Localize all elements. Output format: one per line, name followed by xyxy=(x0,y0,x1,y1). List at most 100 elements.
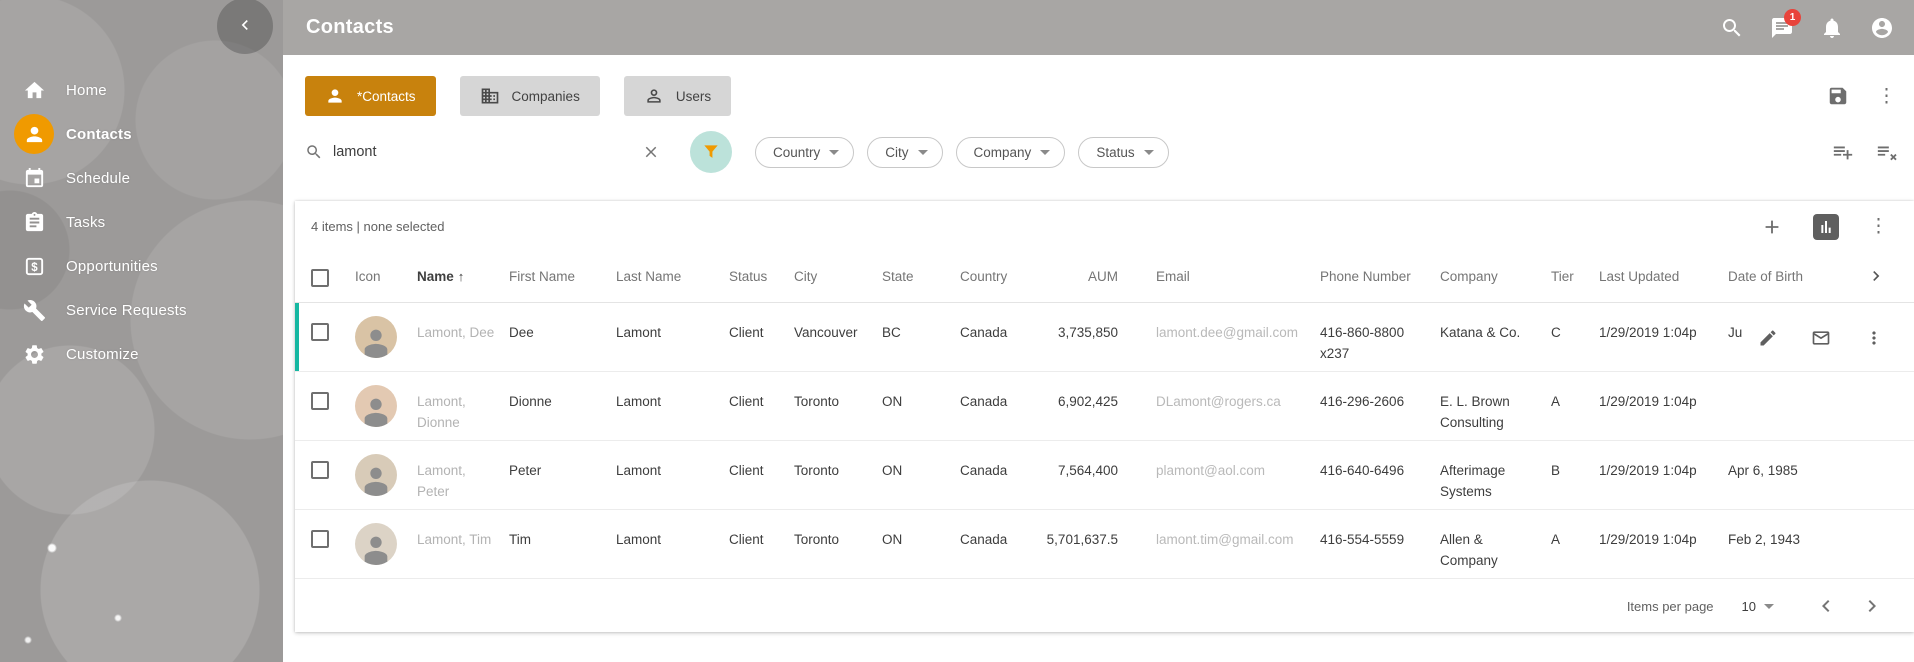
filter-chips: Country City Company Status xyxy=(755,137,1169,168)
table-row[interactable]: Lamont, Dionne Dionne Lamont Client Toro… xyxy=(295,372,1914,441)
filter-chip-status[interactable]: Status xyxy=(1078,137,1168,168)
table-row[interactable]: Lamont, Peter Peter Lamont Client Toront… xyxy=(295,441,1914,510)
page-size-value: 10 xyxy=(1742,599,1756,614)
results-more-icon[interactable]: ⋮ xyxy=(1869,217,1888,236)
cell-state: BC xyxy=(882,303,960,371)
avatar xyxy=(355,372,417,440)
more-icon[interactable] xyxy=(1864,328,1884,348)
column-header-country[interactable]: Country xyxy=(960,252,1034,302)
column-header-tier[interactable]: Tier xyxy=(1551,252,1599,302)
sidebar-item-label: Customize xyxy=(66,346,139,363)
tab-companies[interactable]: Companies xyxy=(460,76,600,116)
chevron-left-icon xyxy=(235,15,255,38)
cell-first-name: Tim xyxy=(509,510,616,578)
sidebar-item-customize[interactable]: Customize xyxy=(0,334,283,374)
cell-city: Vancouver xyxy=(794,303,882,371)
sidebar-item-label: Service Requests xyxy=(66,302,187,319)
search-icon[interactable] xyxy=(1720,16,1744,40)
view-more-icon[interactable]: ⋮ xyxy=(1877,85,1896,107)
sidebar-item-contacts[interactable]: Contacts xyxy=(0,114,283,154)
table-row[interactable]: Lamont, Tim Tim Lamont Client Toronto ON… xyxy=(295,510,1914,579)
add-contact-icon[interactable] xyxy=(1761,216,1783,238)
sidebar-item-service-requests[interactable]: Service Requests xyxy=(0,290,283,330)
filter-funnel-icon[interactable] xyxy=(690,131,732,173)
column-header-icon[interactable]: Icon xyxy=(355,252,417,302)
chevron-down-icon xyxy=(1040,150,1050,155)
sidebar-item-label: Tasks xyxy=(66,214,105,231)
search-input[interactable] xyxy=(333,144,632,160)
items-per-page-label: Items per page xyxy=(1627,599,1714,614)
results-toolbar-actions: ⋮ xyxy=(1761,214,1888,240)
row-hover-actions xyxy=(1758,328,1884,348)
filter-chip-country[interactable]: Country xyxy=(755,137,854,168)
row-checkbox[interactable] xyxy=(311,372,355,440)
sidebar-nav: Home ContactsSchedule Tasks $Opportunities S… xyxy=(0,70,283,378)
cell-last-name: Lamont xyxy=(616,441,729,509)
next-page-icon[interactable] xyxy=(1860,594,1884,618)
cell-date-of-birth: Apr 6, 1985 xyxy=(1728,441,1816,509)
row-checkbox[interactable] xyxy=(311,303,355,371)
previous-page-icon[interactable] xyxy=(1814,594,1838,618)
column-header-last-updated[interactable]: Last Updated xyxy=(1599,252,1728,302)
column-header-aum[interactable]: AUM xyxy=(1034,252,1120,302)
account-icon[interactable] xyxy=(1870,16,1894,40)
cell-tier: A xyxy=(1551,372,1599,440)
playlist-add-icon[interactable] xyxy=(1832,141,1854,163)
filter-chip-company[interactable]: Company xyxy=(956,137,1066,168)
sort-asc-icon: ↑ xyxy=(458,269,465,284)
chart-view-icon[interactable] xyxy=(1813,214,1839,240)
column-header-email[interactable]: Email xyxy=(1120,252,1320,302)
column-header-name[interactable]: Name↑ xyxy=(417,252,509,302)
cell-state: ON xyxy=(882,441,960,509)
tab-contacts[interactable]: *Contacts xyxy=(305,76,436,116)
cell-status: Client xyxy=(729,303,794,371)
chevron-down-icon xyxy=(1764,604,1774,609)
avatar xyxy=(355,510,417,578)
column-header-city[interactable]: City xyxy=(794,252,882,302)
sidebar-item-schedule[interactable]: Schedule xyxy=(0,158,283,198)
tab-label: Companies xyxy=(512,89,580,104)
view-actions: ⋮ xyxy=(1827,85,1896,107)
email-icon[interactable] xyxy=(1811,328,1831,348)
avatar xyxy=(355,441,417,509)
content-area: *ContactsCompaniesUsers ⋮ Co xyxy=(283,55,1914,662)
cell-phone: 416-296-2606 xyxy=(1320,372,1440,440)
edit-icon[interactable] xyxy=(1758,328,1778,348)
cell-country: Canada xyxy=(960,510,1034,578)
scroll-columns-right-icon[interactable] xyxy=(1816,252,1914,302)
column-header-phone-number[interactable]: Phone Number xyxy=(1320,252,1440,302)
results-card: 4 items | none selected ⋮ IconName↑First… xyxy=(295,201,1914,632)
filter-chip-city[interactable]: City xyxy=(867,137,942,168)
cell-name: Lamont, Peter xyxy=(417,441,509,509)
appbar: Contacts 1 xyxy=(283,0,1914,55)
sidebar-collapse-button[interactable] xyxy=(217,0,273,54)
main-area: Contacts 1 *Contacts Companies Users xyxy=(283,0,1914,662)
page-size-select[interactable]: 10 xyxy=(1742,599,1774,614)
cell-last-updated: 1/29/2019 1:04p xyxy=(1599,303,1728,371)
sidebar-item-tasks[interactable]: Tasks xyxy=(0,202,283,242)
sidebar-item-home[interactable]: Home xyxy=(0,70,283,110)
cell-status: Client xyxy=(729,510,794,578)
table-row[interactable]: Lamont, Dee Dee Lamont Client Vancouver … xyxy=(295,303,1914,372)
cell-first-name: Peter xyxy=(509,441,616,509)
row-checkbox[interactable] xyxy=(311,510,355,578)
row-checkbox[interactable] xyxy=(311,441,355,509)
notifications-icon[interactable] xyxy=(1820,16,1844,40)
messages-icon[interactable]: 1 xyxy=(1770,16,1794,40)
playlist-clear-icon[interactable] xyxy=(1876,141,1898,163)
tab-users[interactable]: Users xyxy=(624,76,731,116)
sidebar-item-opportunities[interactable]: $Opportunities xyxy=(0,246,283,286)
column-header-first-name[interactable]: First Name xyxy=(509,252,616,302)
tasks-icon xyxy=(14,202,54,242)
column-header-state[interactable]: State xyxy=(882,252,960,302)
column-header-date-of-birth[interactable]: Date of Birth xyxy=(1728,252,1816,302)
tab-label: Users xyxy=(676,89,711,104)
column-header-last-name[interactable]: Last Name xyxy=(616,252,729,302)
column-header-company[interactable]: Company xyxy=(1440,252,1551,302)
cell-phone: 416-860-8800 x237 xyxy=(1320,303,1440,371)
column-header-status[interactable]: Status xyxy=(729,252,794,302)
save-view-icon[interactable] xyxy=(1827,85,1849,107)
select-all-checkbox[interactable] xyxy=(311,252,355,302)
sidebar-item-label: Home xyxy=(66,82,107,99)
close-icon[interactable] xyxy=(642,143,660,161)
